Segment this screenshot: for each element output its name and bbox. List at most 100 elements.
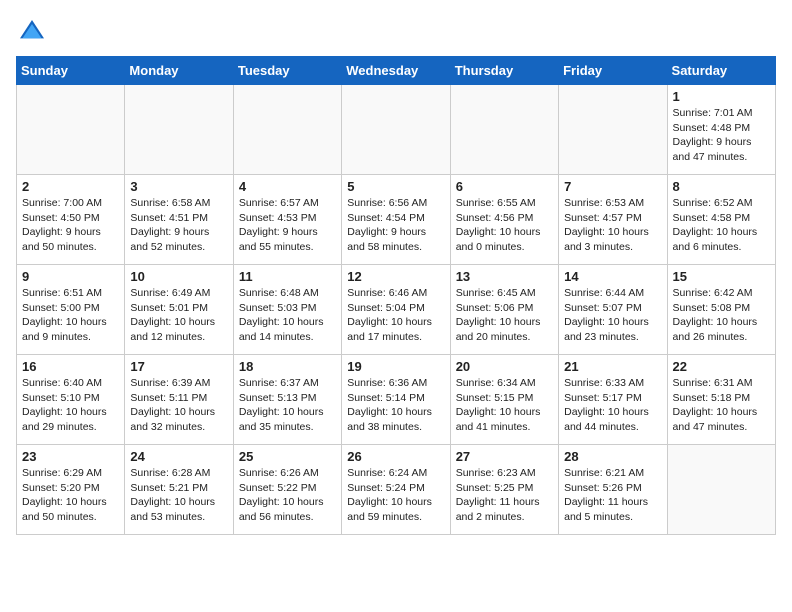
day-number: 2 [22, 179, 119, 194]
column-header-tuesday: Tuesday [233, 57, 341, 85]
day-info: Sunrise: 6:26 AM Sunset: 5:22 PM Dayligh… [239, 466, 336, 525]
calendar-cell: 5Sunrise: 6:56 AM Sunset: 4:54 PM Daylig… [342, 175, 450, 265]
day-info: Sunrise: 6:49 AM Sunset: 5:01 PM Dayligh… [130, 286, 227, 345]
calendar-cell [450, 85, 558, 175]
calendar-cell: 22 Sunrise: 6:31 AM Sunset: 5:18 PM Dayli… [667, 355, 775, 445]
calendar-week-row: 2 Sunrise: 7:00 AM Sunset: 4:50 PM Daylig… [17, 175, 776, 265]
column-header-wednesday: Wednesday [342, 57, 450, 85]
day-number: 6 [456, 179, 553, 194]
calendar-cell: 2 Sunrise: 7:00 AM Sunset: 4:50 PM Daylig… [17, 175, 125, 265]
day-number: 1 [673, 89, 770, 104]
day-number: 15 [673, 269, 770, 284]
day-info: Sunrise: 6:21 AM Sunset: 5:26 PM Dayligh… [564, 466, 661, 525]
calendar-header-row: SundayMondayTuesdayWednesdayThursdayFrid… [17, 57, 776, 85]
day-number: 20 [456, 359, 553, 374]
calendar-cell: 6 Sunrise: 6:55 AM Sunset: 4:56 PM Daylig… [450, 175, 558, 265]
day-number: 22 [673, 359, 770, 374]
day-number: 17 [130, 359, 227, 374]
page-header [16, 16, 776, 48]
day-info: Sunrise: 6:31 AM Sunset: 5:18 PM Dayligh… [673, 376, 770, 435]
calendar-cell: 13Sunrise: 6:45 AM Sunset: 5:06 PM Dayli… [450, 265, 558, 355]
day-number: 18 [239, 359, 336, 374]
logo [16, 16, 52, 48]
column-header-friday: Friday [559, 57, 667, 85]
day-info: Sunrise: 6:52 AM Sunset: 4:58 PM Dayligh… [673, 196, 770, 255]
calendar-cell: 23 Sunrise: 6:29 AM Sunset: 5:20 PM Dayli… [17, 445, 125, 535]
calendar-cell: 26 Sunrise: 6:24 AM Sunset: 5:24 PM Dayli… [342, 445, 450, 535]
day-info: Sunrise: 6:39 AM Sunset: 5:11 PM Dayligh… [130, 376, 227, 435]
day-number: 12 [347, 269, 444, 284]
calendar-table: SundayMondayTuesdayWednesdayThursdayFrid… [16, 56, 776, 535]
day-number: 24 [130, 449, 227, 464]
column-header-sunday: Sunday [17, 57, 125, 85]
day-info: Sunrise: 7:00 AM Sunset: 4:50 PM Dayligh… [22, 196, 119, 255]
day-number: 14 [564, 269, 661, 284]
day-info: Sunrise: 6:24 AM Sunset: 5:24 PM Dayligh… [347, 466, 444, 525]
day-info: Sunrise: 6:55 AM Sunset: 4:56 PM Dayligh… [456, 196, 553, 255]
day-number: 11 [239, 269, 336, 284]
calendar-cell [559, 85, 667, 175]
day-info: Sunrise: 6:42 AM Sunset: 5:08 PM Dayligh… [673, 286, 770, 345]
calendar-week-row: 16 Sunrise: 6:40 AM Sunset: 5:10 PM Dayli… [17, 355, 776, 445]
day-number: 3 [130, 179, 227, 194]
day-info: Sunrise: 6:36 AM Sunset: 5:14 PM Dayligh… [347, 376, 444, 435]
day-number: 19 [347, 359, 444, 374]
calendar-cell: 14 Sunrise: 6:44 AM Sunset: 5:07 PM Dayli… [559, 265, 667, 355]
day-info: Sunrise: 6:46 AM Sunset: 5:04 PM Dayligh… [347, 286, 444, 345]
calendar-cell: 12 Sunrise: 6:46 AM Sunset: 5:04 PM Dayli… [342, 265, 450, 355]
calendar-cell [342, 85, 450, 175]
calendar-cell: 10 Sunrise: 6:49 AM Sunset: 5:01 PM Dayli… [125, 265, 233, 355]
day-number: 16 [22, 359, 119, 374]
day-number: 7 [564, 179, 661, 194]
day-info: Sunrise: 7:01 AM Sunset: 4:48 PM Dayligh… [673, 106, 770, 165]
calendar-cell: 24Sunrise: 6:28 AM Sunset: 5:21 PM Dayli… [125, 445, 233, 535]
calendar-cell: 4 Sunrise: 6:57 AM Sunset: 4:53 PM Daylig… [233, 175, 341, 265]
calendar-cell: 16 Sunrise: 6:40 AM Sunset: 5:10 PM Dayli… [17, 355, 125, 445]
column-header-saturday: Saturday [667, 57, 775, 85]
day-number: 21 [564, 359, 661, 374]
day-info: Sunrise: 6:23 AM Sunset: 5:25 PM Dayligh… [456, 466, 553, 525]
column-header-monday: Monday [125, 57, 233, 85]
calendar-cell [233, 85, 341, 175]
day-number: 27 [456, 449, 553, 464]
calendar-cell: 21 Sunrise: 6:33 AM Sunset: 5:17 PM Dayli… [559, 355, 667, 445]
calendar-cell: 15 Sunrise: 6:42 AM Sunset: 5:08 PM Dayli… [667, 265, 775, 355]
calendar-cell: 19 Sunrise: 6:36 AM Sunset: 5:14 PM Dayli… [342, 355, 450, 445]
day-info: Sunrise: 6:51 AM Sunset: 5:00 PM Dayligh… [22, 286, 119, 345]
day-number: 10 [130, 269, 227, 284]
day-info: Sunrise: 6:34 AM Sunset: 5:15 PM Dayligh… [456, 376, 553, 435]
day-number: 13 [456, 269, 553, 284]
calendar-cell: 28 Sunrise: 6:21 AM Sunset: 5:26 PM Dayli… [559, 445, 667, 535]
day-number: 4 [239, 179, 336, 194]
day-number: 26 [347, 449, 444, 464]
calendar-cell [125, 85, 233, 175]
day-info: Sunrise: 6:57 AM Sunset: 4:53 PM Dayligh… [239, 196, 336, 255]
column-header-thursday: Thursday [450, 57, 558, 85]
calendar-week-row: 1 Sunrise: 7:01 AM Sunset: 4:48 PM Daylig… [17, 85, 776, 175]
day-info: Sunrise: 6:44 AM Sunset: 5:07 PM Dayligh… [564, 286, 661, 345]
calendar-cell: 11 Sunrise: 6:48 AM Sunset: 5:03 PM Dayli… [233, 265, 341, 355]
day-info: Sunrise: 6:37 AM Sunset: 5:13 PM Dayligh… [239, 376, 336, 435]
calendar-week-row: 23 Sunrise: 6:29 AM Sunset: 5:20 PM Dayli… [17, 445, 776, 535]
calendar-week-row: 9 Sunrise: 6:51 AM Sunset: 5:00 PM Daylig… [17, 265, 776, 355]
calendar-cell: 25 Sunrise: 6:26 AM Sunset: 5:22 PM Dayli… [233, 445, 341, 535]
day-info: Sunrise: 6:29 AM Sunset: 5:20 PM Dayligh… [22, 466, 119, 525]
day-number: 5 [347, 179, 444, 194]
day-number: 25 [239, 449, 336, 464]
calendar-cell: 8 Sunrise: 6:52 AM Sunset: 4:58 PM Daylig… [667, 175, 775, 265]
day-info: Sunrise: 6:48 AM Sunset: 5:03 PM Dayligh… [239, 286, 336, 345]
calendar-cell: 9 Sunrise: 6:51 AM Sunset: 5:00 PM Daylig… [17, 265, 125, 355]
day-number: 9 [22, 269, 119, 284]
calendar-cell: 17 Sunrise: 6:39 AM Sunset: 5:11 PM Dayli… [125, 355, 233, 445]
logo-icon [16, 16, 48, 48]
day-number: 8 [673, 179, 770, 194]
calendar-cell: 27 Sunrise: 6:23 AM Sunset: 5:25 PM Dayli… [450, 445, 558, 535]
calendar-cell: 1 Sunrise: 7:01 AM Sunset: 4:48 PM Daylig… [667, 85, 775, 175]
day-info: Sunrise: 6:33 AM Sunset: 5:17 PM Dayligh… [564, 376, 661, 435]
day-number: 28 [564, 449, 661, 464]
day-info: Sunrise: 6:40 AM Sunset: 5:10 PM Dayligh… [22, 376, 119, 435]
day-number: 23 [22, 449, 119, 464]
calendar-cell: 7 Sunrise: 6:53 AM Sunset: 4:57 PM Daylig… [559, 175, 667, 265]
day-info: Sunrise: 6:53 AM Sunset: 4:57 PM Dayligh… [564, 196, 661, 255]
calendar-cell: 20 Sunrise: 6:34 AM Sunset: 5:15 PM Dayli… [450, 355, 558, 445]
